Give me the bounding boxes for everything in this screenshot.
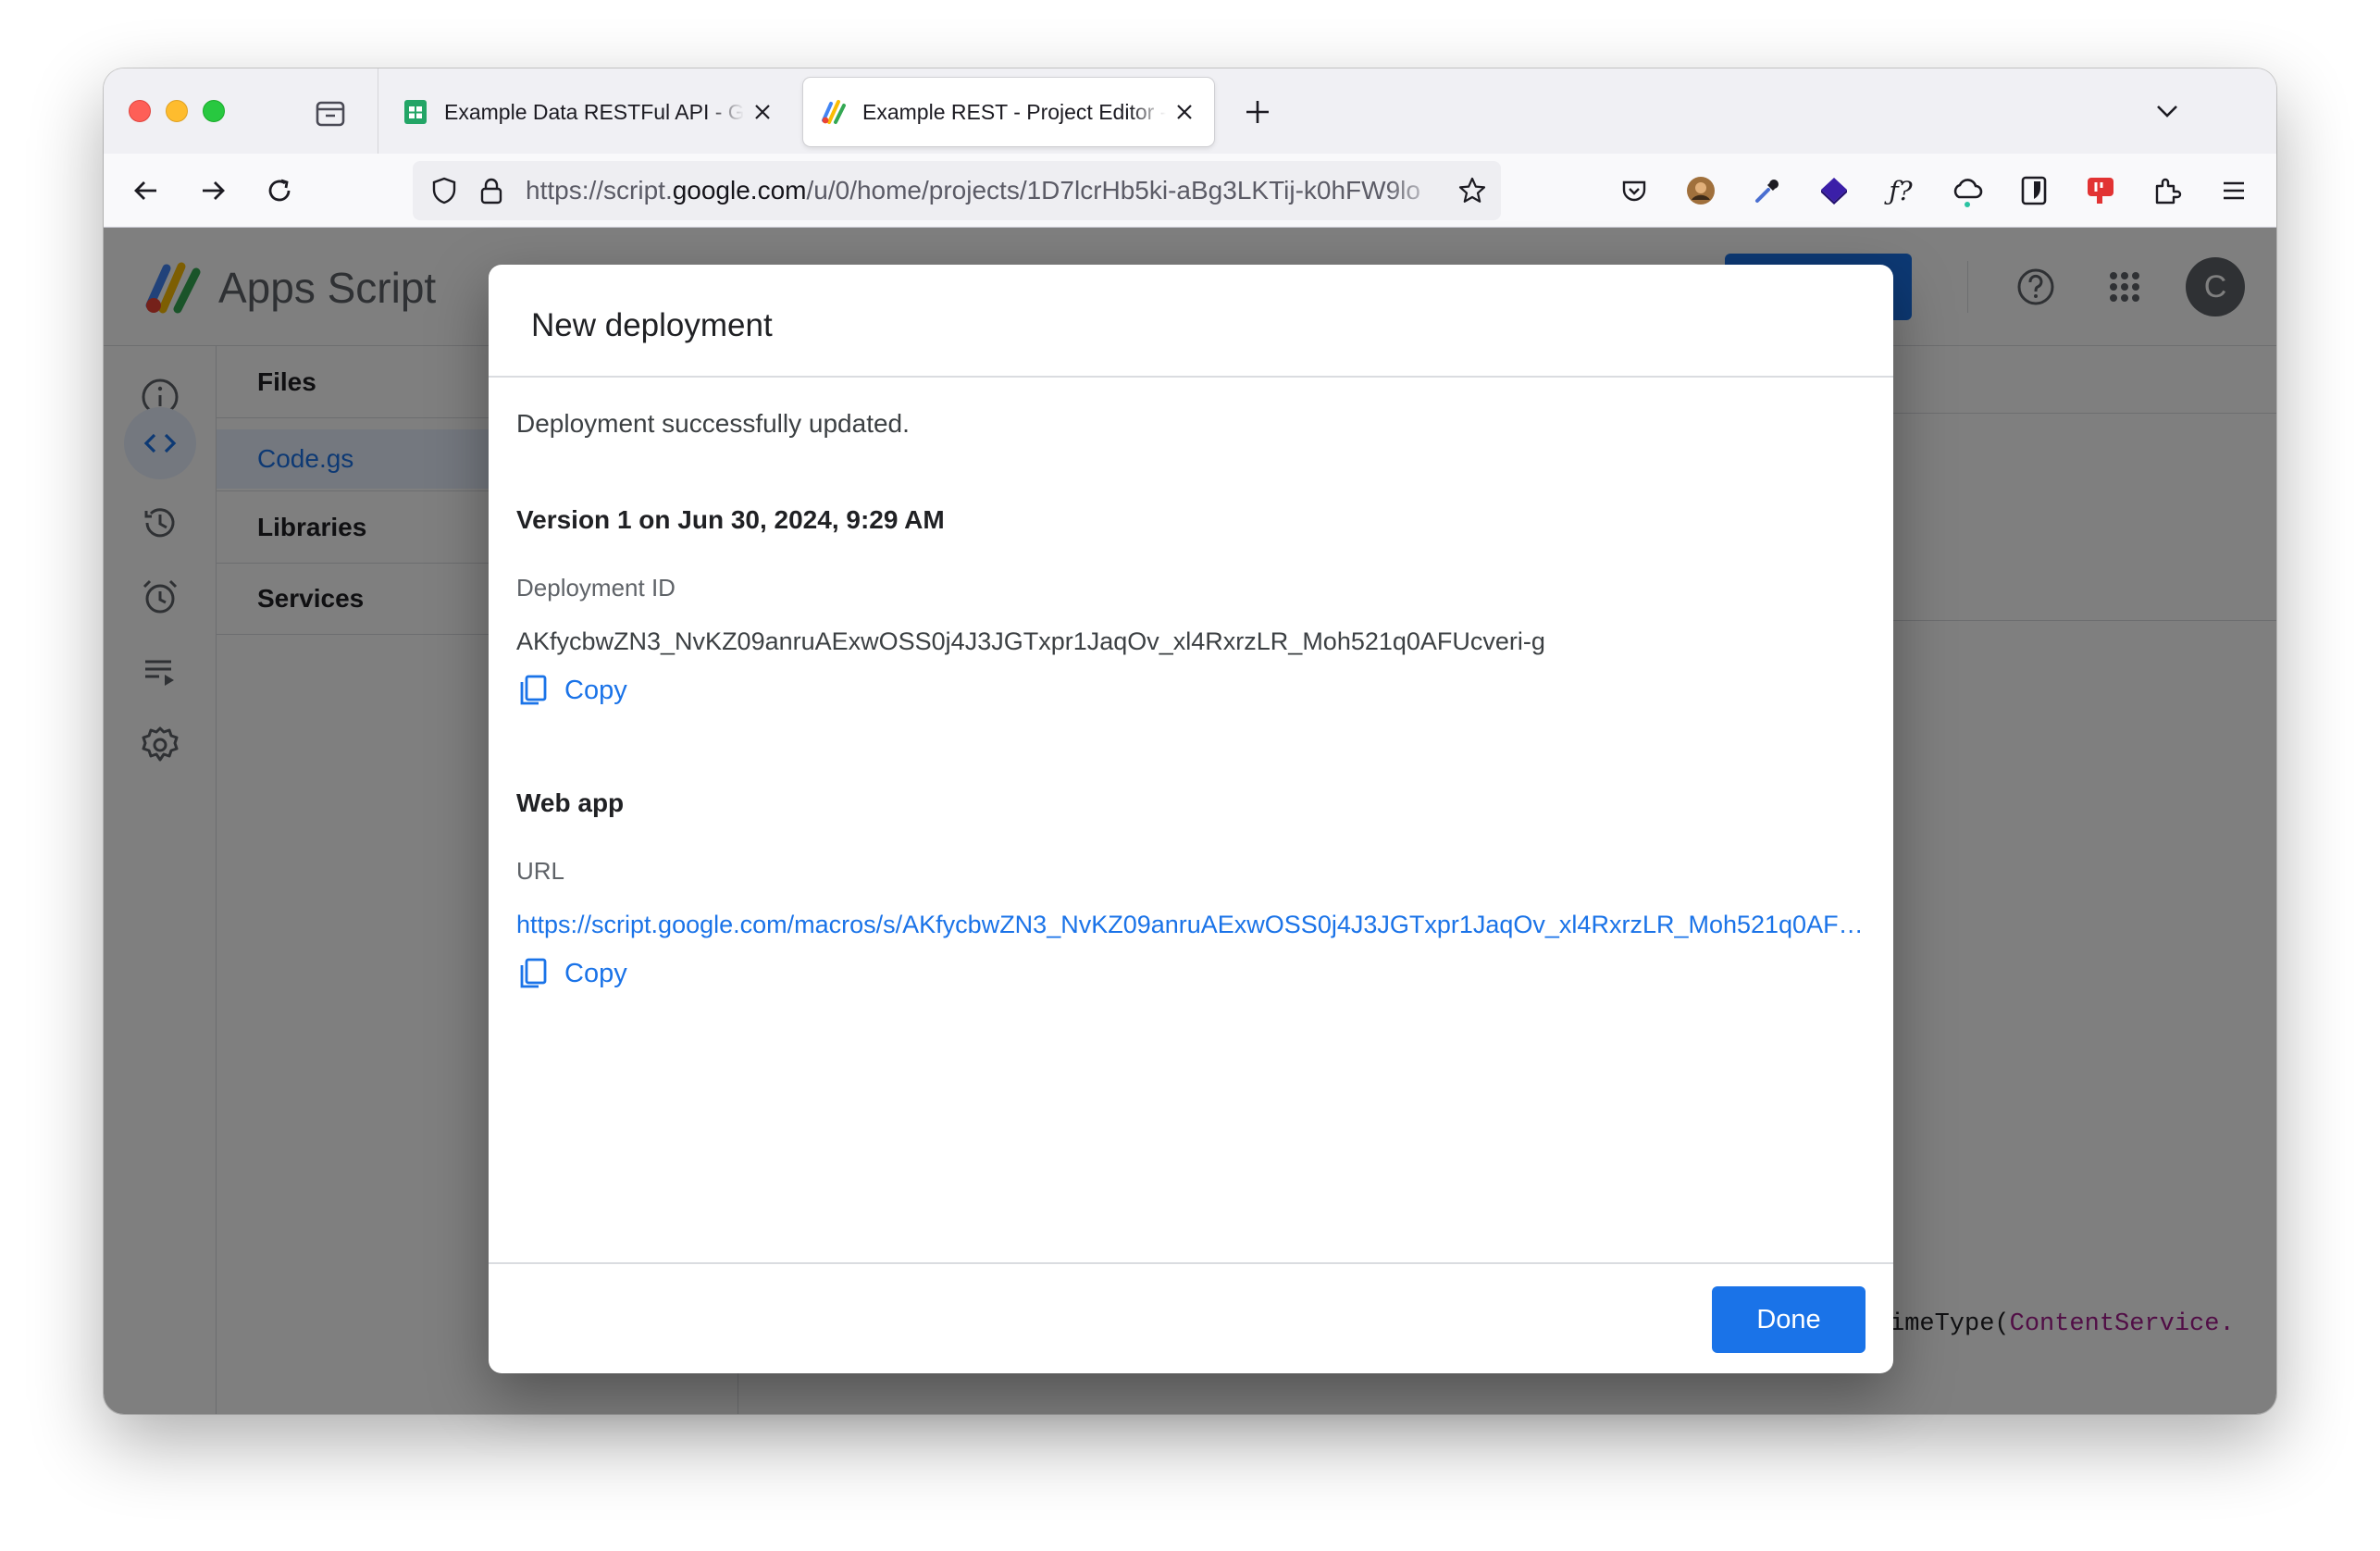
arrow-left-icon xyxy=(134,181,156,200)
url-domain: google.com xyxy=(672,176,807,205)
cloud-sync-button[interactable] xyxy=(1949,172,1986,209)
address-bar[interactable]: https://script.google.com/u/0/home/proje… xyxy=(413,161,1501,220)
close-tab-icon[interactable] xyxy=(750,99,775,125)
new-deployment-dialog: New deployment Deployment successfully u… xyxy=(489,265,1893,1373)
tab-sheets[interactable]: Example Data RESTFul API - Google Sheets xyxy=(385,78,792,146)
bitwarden-button[interactable] xyxy=(2015,172,2052,209)
eyedropper-icon xyxy=(1755,180,1779,203)
dislike-extension-button[interactable] xyxy=(2082,172,2119,209)
web-app-heading: Web app xyxy=(516,788,625,817)
app-menu-button[interactable] xyxy=(2215,172,2252,209)
extensions-button[interactable] xyxy=(2149,172,2186,209)
deployment-id-label: Deployment ID xyxy=(516,574,676,602)
sheets-icon xyxy=(404,100,427,124)
puzzle-piece-icon xyxy=(2155,178,2182,205)
version-heading: Version 1 on Jun 30, 2024, 9:29 AM xyxy=(516,505,945,534)
thumbs-down-icon xyxy=(2088,178,2113,204)
lock-icon[interactable] xyxy=(477,176,505,205)
url-path: /u/0/home/projects/1D7lcrHb5ki-aBg3LKTij… xyxy=(806,176,1420,205)
firefox-view-icon[interactable] xyxy=(312,94,349,131)
navigation-toolbar: https://script.google.com/u/0/home/proje… xyxy=(104,154,2276,228)
function-question-icon: ƒ? xyxy=(1889,175,1913,206)
copy-label: Copy xyxy=(564,958,627,988)
pocket-icon xyxy=(1622,180,1646,202)
shield-password-icon xyxy=(2021,176,2047,205)
deployment-id-value: AKfycbwZN3_NvKZ09anruAExwOSS0j4J3JGTxpr1… xyxy=(516,627,1545,655)
tab-title: Example REST - Project Editor - Apps Scr… xyxy=(862,99,1166,124)
hamburger-menu-icon xyxy=(2224,181,2244,200)
bookmark-star-icon[interactable] xyxy=(1457,175,1488,206)
copy-icon xyxy=(520,958,547,988)
success-message: Deployment successfully updated. xyxy=(516,409,910,438)
url-text[interactable]: https://script.google.com/u/0/home/proje… xyxy=(526,176,1442,205)
url-label: URL xyxy=(516,857,565,885)
back-button[interactable] xyxy=(128,172,165,209)
tab-apps-script[interactable]: Example REST - Project Editor - Apps Scr… xyxy=(803,78,1214,146)
reload-icon xyxy=(268,179,291,202)
cloud-icon xyxy=(1953,179,1983,207)
copy-deployment-id-button[interactable]: Copy xyxy=(516,674,627,707)
dialog-header-divider xyxy=(489,376,1893,378)
tab-strip: Example Data RESTFul API - Google Sheets… xyxy=(104,68,2276,154)
dialog-title: New deployment xyxy=(531,307,773,343)
pocket-button[interactable] xyxy=(1616,172,1653,209)
copy-url-button[interactable]: Copy xyxy=(516,957,627,990)
new-tab-icon[interactable] xyxy=(1240,94,1275,130)
url-prefix: https://script. xyxy=(526,176,673,205)
apps-script-icon xyxy=(822,100,846,124)
font-extension-button[interactable]: ƒ? xyxy=(1882,172,1919,209)
zoom-window-button[interactable] xyxy=(203,100,225,122)
arrow-right-icon xyxy=(203,181,225,200)
copy-label: Copy xyxy=(564,675,627,705)
tab-title: Example Data RESTFul API - Google Sheets xyxy=(444,99,744,124)
dialog-footer-divider xyxy=(489,1262,1893,1264)
done-button[interactable]: Done xyxy=(1712,1286,1866,1353)
close-tab-icon[interactable] xyxy=(1171,99,1197,125)
close-window-button[interactable] xyxy=(129,100,151,122)
tracking-protection-shield-icon[interactable] xyxy=(429,176,459,205)
reload-button[interactable] xyxy=(261,172,298,209)
list-all-tabs-icon[interactable] xyxy=(2151,94,2184,128)
layers-icon xyxy=(1821,178,1847,205)
minimize-window-button[interactable] xyxy=(166,100,188,122)
web-app-url-link[interactable]: https://script.google.com/macros/s/AKfyc… xyxy=(516,911,1867,939)
layers-extension-button[interactable] xyxy=(1816,172,1853,209)
profile-avatar-icon xyxy=(1687,177,1715,205)
forward-button[interactable] xyxy=(194,172,231,209)
account-extension-button[interactable] xyxy=(1682,172,1719,209)
copy-icon xyxy=(520,675,547,705)
eyedropper-button[interactable] xyxy=(1749,172,1786,209)
